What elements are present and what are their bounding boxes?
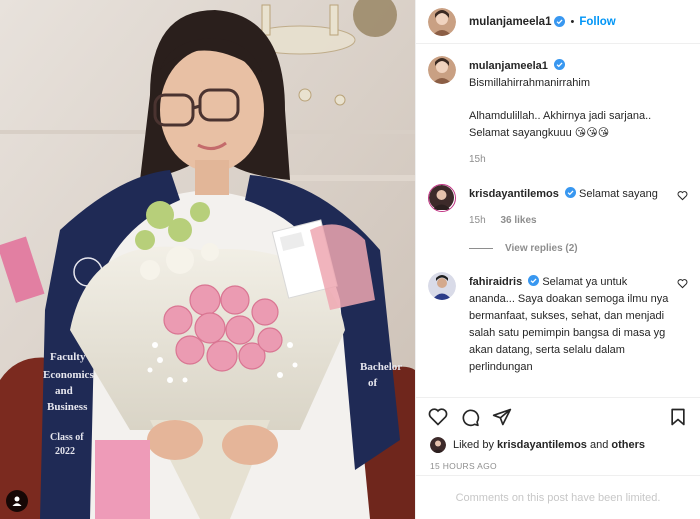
verified-badge-icon bbox=[553, 59, 565, 70]
svg-text:and: and bbox=[55, 385, 73, 397]
caption-time[interactable]: 15h bbox=[469, 154, 486, 165]
comment-item: fahiraidris Selamat ya untuk ananda... S… bbox=[428, 272, 688, 376]
caption-username[interactable]: mulanjameela1 bbox=[469, 60, 548, 72]
verified-badge-icon bbox=[554, 16, 566, 27]
svg-text:Bachelor: Bachelor bbox=[360, 361, 402, 373]
comment-username[interactable]: krisdayantilemos bbox=[469, 188, 559, 200]
svg-text:Class of: Class of bbox=[50, 432, 84, 443]
follow-button[interactable]: Follow bbox=[579, 16, 615, 28]
liked-by: Liked by krisdayantilemos and others bbox=[416, 435, 700, 455]
verified-badge-icon bbox=[564, 187, 576, 198]
comment-body: fahiraidris Selamat ya untuk ananda... S… bbox=[469, 274, 688, 376]
author-avatar[interactable] bbox=[428, 7, 456, 36]
post-timestamp[interactable]: 15 HOURS AGO bbox=[416, 455, 700, 475]
liker-avatar[interactable] bbox=[430, 437, 446, 453]
caption: mulanjameela1 Bismillahirrahmanirrahim A… bbox=[428, 56, 688, 168]
liked-by-user[interactable]: krisdayantilemos bbox=[497, 439, 587, 451]
comments-limited-notice: Comments on this post have been limited. bbox=[416, 475, 700, 519]
comment-time[interactable]: 15h bbox=[469, 215, 486, 226]
comments-list[interactable]: mulanjameela1 Bismillahirrahmanirrahim A… bbox=[416, 44, 700, 397]
view-replies-button[interactable]: View replies (2) bbox=[469, 243, 688, 254]
commenter-avatar[interactable] bbox=[428, 272, 456, 300]
like-comment-heart-icon[interactable] bbox=[677, 278, 688, 289]
comment-bubble-icon[interactable] bbox=[460, 407, 480, 427]
liked-by-and: and bbox=[589, 439, 609, 451]
share-send-icon[interactable] bbox=[492, 407, 512, 427]
save-bookmark-icon[interactable] bbox=[668, 407, 688, 427]
tagged-user-icon[interactable] bbox=[6, 490, 28, 512]
svg-text:Business: Business bbox=[47, 401, 88, 413]
comment-likes[interactable]: 36 likes bbox=[500, 215, 536, 226]
view-replies-line bbox=[469, 248, 493, 249]
post-photo[interactable]: Faculty of Economics and Business Class … bbox=[0, 0, 415, 519]
post-actions bbox=[416, 397, 700, 435]
header-separator: • bbox=[570, 15, 575, 28]
author-username[interactable]: mulanjameela1 bbox=[469, 16, 551, 28]
instagram-post: Faculty of Economics and Business Class … bbox=[0, 0, 700, 519]
like-comment-heart-icon[interactable] bbox=[677, 190, 688, 201]
svg-text:of: of bbox=[368, 377, 378, 389]
like-heart-icon[interactable] bbox=[428, 407, 448, 427]
verified-badge-icon bbox=[528, 275, 540, 286]
graduation-photo-illustration: Faculty of Economics and Business Class … bbox=[0, 0, 415, 519]
caption-line-2: Alhamdulillah.. Akhirnya jadi sarjana.. bbox=[469, 110, 652, 122]
author-avatar[interactable] bbox=[428, 56, 456, 84]
comment-text: Selamat ya untuk ananda... Saya doakan s… bbox=[469, 276, 669, 373]
comment-text: Selamat sayang bbox=[579, 188, 658, 200]
svg-text:2022: 2022 bbox=[55, 446, 75, 457]
caption-line-3: Selamat sayangkuuu 😘😘😘 bbox=[469, 127, 610, 139]
post-header: mulanjameela1 • Follow bbox=[416, 0, 700, 44]
comment-item: krisdayantilemos Selamat sayang 15h 36 l… bbox=[428, 184, 688, 229]
liked-by-others[interactable]: others bbox=[611, 439, 645, 451]
post-side-panel: mulanjameela1 • Follow mulanjameela1 Bis… bbox=[415, 0, 700, 519]
view-replies-label: View replies (2) bbox=[505, 243, 578, 254]
caption-line-1: Bismillahirrahmanirrahim bbox=[469, 77, 591, 89]
comment-username[interactable]: fahiraidris bbox=[469, 276, 522, 288]
caption-body: mulanjameela1 Bismillahirrahmanirrahim A… bbox=[469, 58, 688, 168]
caption-meta: 15h bbox=[469, 151, 672, 168]
comment-meta: 15h 36 likes bbox=[469, 212, 672, 229]
svg-text:Economics: Economics bbox=[43, 369, 94, 381]
liked-by-prefix: Liked by bbox=[453, 439, 494, 451]
commenter-avatar[interactable] bbox=[428, 184, 456, 212]
comment-body: krisdayantilemos Selamat sayang 15h 36 l… bbox=[469, 186, 688, 229]
